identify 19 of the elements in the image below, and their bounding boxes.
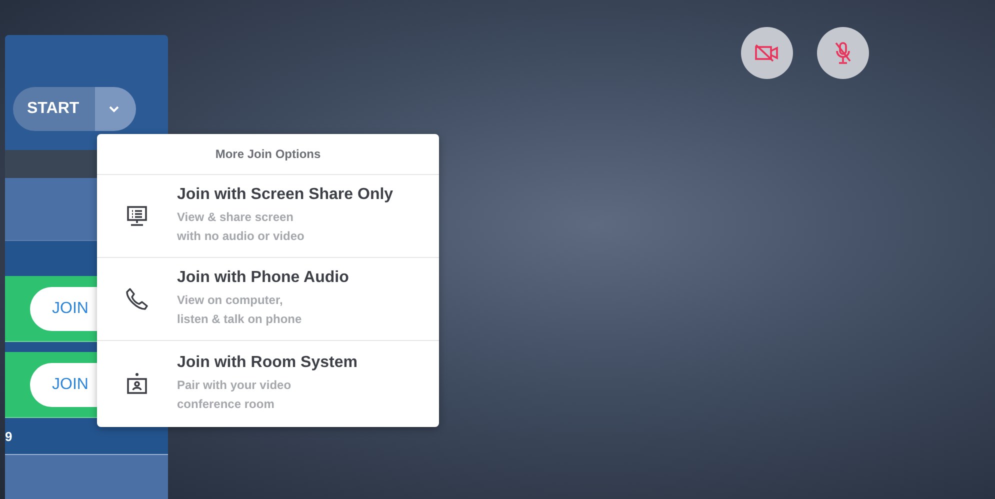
start-button[interactable]: START	[13, 87, 96, 131]
option-description: Pair with your video conference room	[177, 377, 292, 413]
microphone-off-icon	[833, 41, 853, 65]
menu-title: More Join Options	[97, 134, 439, 175]
room-system-icon	[126, 372, 148, 396]
phone-icon	[125, 287, 149, 311]
option-description: View & share screen with no audio or video	[177, 209, 306, 245]
chevron-down-icon	[108, 105, 120, 113]
camera-toggle-button[interactable]	[741, 27, 793, 79]
option-title: Join with Phone Audio	[177, 269, 349, 287]
microphone-toggle-button[interactable]	[817, 27, 869, 79]
monitor-icon	[126, 205, 148, 227]
camera-off-icon	[755, 44, 779, 62]
join-option[interactable]: Join with Screen Share Only View & share screen with no audio or video	[97, 175, 439, 258]
meeting-time: 9	[5, 428, 12, 444]
join-option[interactable]: Join with Phone Audio View on computer, listen & talk on phone	[97, 258, 439, 341]
option-title: Join with Room System	[177, 354, 358, 372]
option-title: Join with Screen Share Only	[177, 186, 394, 204]
option-description: View on computer, listen & talk on phone	[177, 292, 303, 328]
